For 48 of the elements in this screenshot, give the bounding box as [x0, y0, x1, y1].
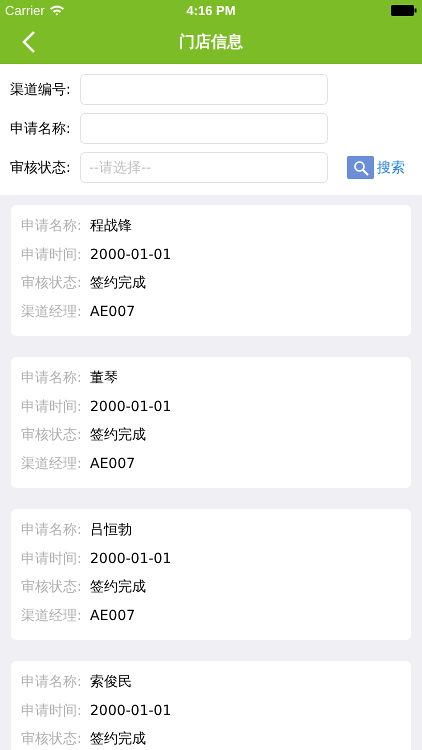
carrier-label: Carrier: [5, 2, 45, 18]
field-value: 签约完成: [90, 426, 146, 444]
field-label: 渠道经理:: [21, 302, 83, 321]
field-label: 审核状态:: [21, 578, 83, 596]
field-label: 渠道经理:: [21, 454, 83, 473]
field-value: 签约完成: [90, 274, 146, 292]
record-card[interactable]: 申请名称: 程战锋 申请时间: 2000-01-01 审核状态: 签约完成 渠道经理: AE007: [11, 205, 411, 336]
field-label: 渠道编号:: [10, 80, 72, 98]
field-label: 渠道经理:: [21, 606, 83, 625]
field-label: 申请名称:: [21, 673, 83, 692]
record-card[interactable]: 申请名称: 索俊民 申请时间: 2000-01-01 审核状态: 签约完成: [11, 661, 411, 750]
field-label: 审核状态:: [21, 426, 83, 444]
page-title: 门店信息: [179, 32, 243, 52]
record-card[interactable]: 申请名称: 董琴 申请时间: 2000-01-01 审核状态: 签约完成 渠道经理: AE007: [11, 357, 411, 488]
field-label: 申请名称:: [10, 120, 72, 138]
field-value: 2000-01-01: [90, 246, 172, 263]
wifi-icon: [48, 4, 65, 16]
field-value: AE007: [90, 456, 136, 472]
field-label: 申请时间:: [21, 246, 83, 264]
back-button[interactable]: [22, 31, 36, 53]
field-value: AE007: [90, 304, 136, 320]
field-value: 董琴: [90, 369, 118, 388]
clock-time: 4:16 PM: [186, 2, 236, 18]
record-card[interactable]: 申请名称: 吕恒勃 申请时间: 2000-01-01 审核状态: 签约完成 渠道经理: AE007: [11, 509, 411, 640]
field-label: 申请时间:: [21, 550, 83, 568]
input-field[interactable]: [80, 74, 328, 105]
field-label: 审核状态:: [21, 274, 83, 292]
field-value: 2000-01-01: [90, 550, 172, 567]
field-label: 申请名称:: [21, 369, 83, 388]
search-button[interactable]: 搜索: [347, 156, 405, 179]
field-value: 2000-01-01: [90, 702, 172, 719]
search-icon: [352, 160, 368, 176]
field-value: 签约完成: [90, 578, 146, 596]
field-value: 吕恒勃: [90, 521, 132, 540]
field-value: AE007: [90, 608, 136, 624]
field-label: 审核状态:: [10, 158, 72, 176]
field-value: 索俊民: [90, 673, 132, 692]
field-label: 审核状态:: [21, 730, 83, 748]
battery-icon: [391, 4, 417, 16]
back-icon: [22, 31, 36, 53]
field-label: 申请名称:: [21, 521, 83, 540]
field-label: 申请名称:: [21, 217, 83, 236]
field-value: 程战锋: [90, 217, 132, 236]
field-value: 2000-01-01: [90, 398, 172, 415]
field-value: 签约完成: [90, 730, 146, 748]
field-label: 申请时间:: [21, 702, 83, 720]
field-label: 申请时间:: [21, 398, 83, 416]
input-field[interactable]: [80, 113, 328, 144]
